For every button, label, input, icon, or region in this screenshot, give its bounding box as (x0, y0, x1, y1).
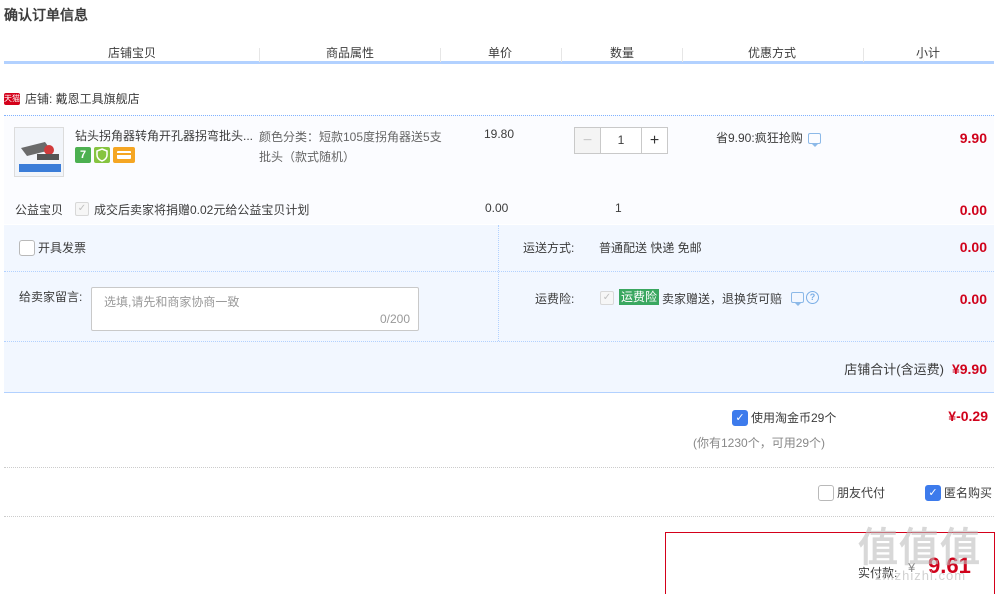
friend-pay-checkbox[interactable] (818, 484, 834, 501)
chat-icon[interactable] (791, 292, 804, 306)
shipping-label: 运送方式: (523, 241, 575, 255)
taobao-coin-option[interactable]: ✓ 使用淘金币29个 (732, 409, 836, 426)
coin-discount-value: ¥-0.29 (948, 408, 988, 424)
shipping-subtotal: 0.00 (959, 239, 987, 255)
invoice-label[interactable]: 开具发票 (38, 239, 86, 256)
promotion-text[interactable]: 省9.90:疯狂抢购 (716, 131, 803, 145)
table-header: 店铺宝贝 商品属性 单价 数量 优惠方式 小计 (4, 42, 994, 64)
qty-input[interactable]: 1 (601, 127, 641, 154)
seven-day-return-icon[interactable]: 7 (75, 147, 91, 163)
header-unit-price: 单价 (488, 46, 513, 60)
charity-label: 公益宝贝 (15, 203, 64, 217)
tmall-icon: 天猫 (4, 92, 20, 105)
order-extras-box: 开具发票 运送方式: 普通配送 快递 免邮 0.00 给卖家留言: 选填,请先和… (4, 225, 994, 393)
header-shop-item: 店铺宝贝 (108, 46, 157, 60)
friend-pay-option[interactable]: 朋友代付 (818, 484, 885, 501)
chat-icon[interactable] (807, 133, 821, 148)
shop-row: 天猫 店铺: 戴恩工具旗舰店 (4, 90, 140, 107)
shop-total-label: 店铺合计(含运费) (844, 362, 944, 377)
page-title: 确认订单信息 (4, 7, 88, 23)
shipping-method: 普通配送 快递 免邮 (599, 241, 702, 255)
guarantee-shield-icon[interactable] (94, 147, 110, 163)
header-discount: 优惠方式 (748, 46, 797, 60)
help-icon[interactable]: ? (806, 291, 819, 304)
anonymous-option[interactable]: ✓ 匿名购买 (925, 484, 992, 501)
product-attribute: 颜色分类：短款105度拐角器送5支批头（款式随机） (259, 130, 442, 164)
charity-checkbox: ✓ (75, 202, 89, 216)
message-placeholder: 选填,请先和商家协商一致 (104, 295, 240, 309)
product-title-link[interactable]: 钻头拐角器转角开孔器拐弯批头... (75, 127, 255, 144)
insurance-text: 卖家赠送，退换货可赔 (662, 292, 783, 306)
anonymous-label[interactable]: 匿名购买 (944, 484, 992, 501)
charity-subtotal: 0.00 (959, 202, 987, 218)
insurance-icons: ? (791, 291, 819, 306)
item-subtotal: 9.90 (959, 130, 987, 146)
header-subtotal: 小计 (916, 46, 941, 60)
promotion: 省9.90:疯狂抢购 (716, 129, 821, 148)
insurance-label: 运费险: (535, 292, 575, 306)
qty-increase-button[interactable]: + (641, 127, 668, 154)
insurance-checkbox: ✓ (600, 291, 614, 305)
message-char-count: 0/200 (379, 312, 410, 326)
charity-qty: 1 (615, 201, 622, 215)
header-quantity: 数量 (610, 46, 635, 60)
coin-note: (你有1230个，可用29个) (693, 436, 826, 450)
order-item-box: 钻头拐角器转角开孔器拐弯批头... 7 颜色分类：短款105度拐角器送5支批头（… (4, 115, 994, 224)
friend-pay-label[interactable]: 朋友代付 (837, 484, 885, 501)
watermark-url: zhizhizhi.com (875, 568, 967, 583)
insurance-tag: 运费险 (619, 289, 660, 305)
charity-text: 成交后卖家将捐赠0.02元给公益宝贝计划 (94, 203, 310, 217)
qty-decrease-button[interactable]: − (574, 127, 601, 154)
credit-card-icon[interactable] (113, 147, 135, 163)
shop-total-value: ¥9.90 (951, 361, 987, 377)
coin-label[interactable]: 使用淘金币29个 (751, 409, 836, 426)
insurance-subtotal: 0.00 (959, 291, 987, 307)
charity-price: 0.00 (485, 201, 509, 215)
product-thumbnail[interactable] (14, 127, 64, 177)
invoice-checkbox[interactable] (19, 239, 35, 256)
invoice-option[interactable]: 开具发票 (19, 239, 86, 256)
quantity-stepper: − 1 + (574, 127, 668, 154)
coin-checkbox[interactable]: ✓ (732, 409, 748, 426)
seller-message-input[interactable]: 选填,请先和商家协商一致 0/200 (91, 287, 419, 331)
unit-price: 19.80 (484, 127, 515, 141)
watermark-logo: 值值值 (858, 526, 981, 570)
service-badges: 7 (75, 147, 135, 163)
shop-total: 店铺合计(含运费) ¥9.90 (844, 359, 987, 378)
message-label: 给卖家留言: (19, 290, 83, 304)
shop-name-link[interactable]: 店铺: 戴恩工具旗舰店 (25, 90, 140, 107)
header-attributes: 商品属性 (326, 46, 375, 60)
anonymous-checkbox[interactable]: ✓ (925, 484, 941, 501)
